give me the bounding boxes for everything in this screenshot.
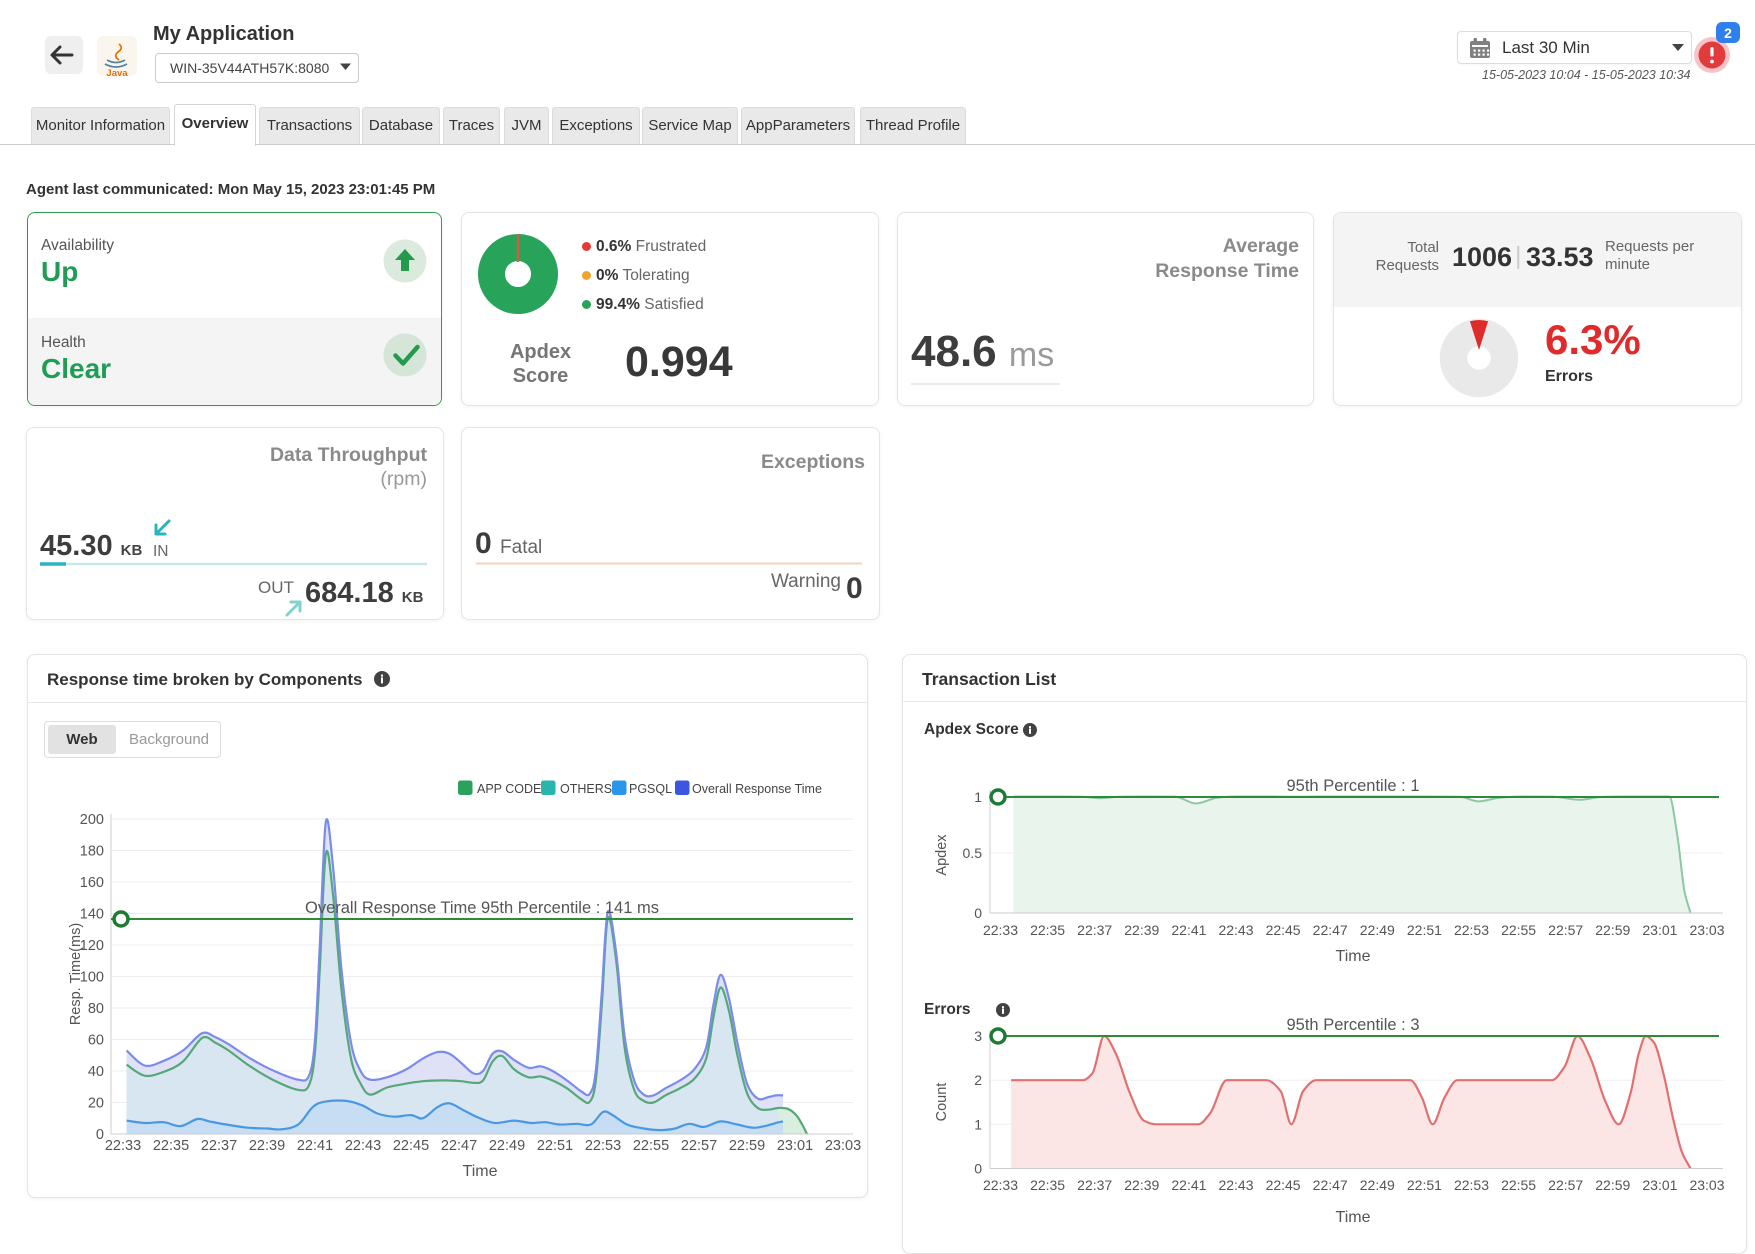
svg-text:0: 0 (974, 905, 982, 921)
svg-text:22:55: 22:55 (1501, 1177, 1536, 1193)
svg-text:22:49: 22:49 (1360, 922, 1395, 938)
svg-text:22:37: 22:37 (1077, 1177, 1112, 1193)
svg-text:2: 2 (1724, 25, 1732, 41)
svg-text:22:45: 22:45 (393, 1138, 429, 1154)
svg-text:22:33: 22:33 (105, 1138, 141, 1154)
svg-text:180: 180 (80, 844, 104, 860)
svg-text:1: 1 (974, 1116, 982, 1132)
svg-text:20: 20 (88, 1096, 104, 1112)
svg-text:Overall Response Time 95th Per: Overall Response Time 95th Percentile : … (305, 899, 659, 917)
svg-text:22:57: 22:57 (681, 1138, 717, 1154)
svg-text:22:43: 22:43 (345, 1138, 381, 1154)
svg-text:1: 1 (974, 789, 982, 805)
svg-text:22:39: 22:39 (1124, 922, 1159, 938)
svg-text:140: 140 (80, 907, 104, 923)
svg-text:22:55: 22:55 (1501, 922, 1536, 938)
svg-text:Apdex: Apdex (934, 834, 950, 876)
svg-text:Java: Java (106, 68, 128, 79)
svg-text:3: 3 (974, 1028, 982, 1044)
svg-text:22:45: 22:45 (1266, 922, 1301, 938)
svg-text:23:03: 23:03 (1689, 922, 1724, 938)
svg-text:Time: Time (1336, 1209, 1371, 1226)
svg-text:22:41: 22:41 (297, 1138, 333, 1154)
svg-text:22:53: 22:53 (1454, 922, 1489, 938)
svg-text:22:59: 22:59 (1595, 1177, 1630, 1193)
svg-text:95th Percentile : 3: 95th Percentile : 3 (1287, 1016, 1420, 1034)
svg-text:22:51: 22:51 (1407, 922, 1442, 938)
svg-text:Count: Count (934, 1083, 950, 1122)
svg-text:22:59: 22:59 (1595, 922, 1630, 938)
svg-text:23:03: 23:03 (1689, 1177, 1724, 1193)
svg-text:22:59: 22:59 (729, 1138, 765, 1154)
svg-text:22:37: 22:37 (1077, 922, 1112, 938)
svg-text:22:49: 22:49 (1360, 1177, 1395, 1193)
svg-text:22:53: 22:53 (585, 1138, 621, 1154)
svg-text:95th Percentile : 1: 95th Percentile : 1 (1287, 777, 1420, 795)
svg-text:60: 60 (88, 1033, 104, 1049)
svg-text:0: 0 (96, 1127, 104, 1143)
svg-text:22:55: 22:55 (633, 1138, 669, 1154)
svg-text:22:43: 22:43 (1218, 1177, 1253, 1193)
svg-text:22:51: 22:51 (537, 1138, 573, 1154)
svg-text:Time: Time (1336, 948, 1371, 965)
svg-text:40: 40 (88, 1064, 104, 1080)
svg-text:23:01: 23:01 (1642, 922, 1677, 938)
svg-text:22:35: 22:35 (153, 1138, 189, 1154)
svg-text:0.5: 0.5 (963, 845, 983, 861)
svg-text:22:35: 22:35 (1030, 922, 1065, 938)
svg-text:200: 200 (80, 812, 104, 828)
svg-text:2: 2 (974, 1072, 982, 1088)
svg-text:22:47: 22:47 (1313, 922, 1348, 938)
svg-text:22:57: 22:57 (1548, 922, 1583, 938)
svg-text:22:39: 22:39 (1124, 1177, 1159, 1193)
svg-text:22:33: 22:33 (983, 922, 1018, 938)
svg-text:22:35: 22:35 (1030, 1177, 1065, 1193)
svg-text:23:01: 23:01 (1642, 1177, 1677, 1193)
svg-text:22:53: 22:53 (1454, 1177, 1489, 1193)
svg-text:22:57: 22:57 (1548, 1177, 1583, 1193)
svg-text:22:49: 22:49 (489, 1138, 525, 1154)
svg-text:22:47: 22:47 (1313, 1177, 1348, 1193)
svg-text:22:39: 22:39 (249, 1138, 285, 1154)
svg-text:22:41: 22:41 (1171, 1177, 1206, 1193)
svg-text:80: 80 (88, 1001, 104, 1017)
svg-text:22:37: 22:37 (201, 1138, 237, 1154)
svg-text:Resp. Time(ms): Resp. Time(ms) (68, 923, 84, 1025)
svg-text:22:45: 22:45 (1266, 1177, 1301, 1193)
svg-text:23:01: 23:01 (777, 1138, 813, 1154)
svg-text:22:41: 22:41 (1171, 922, 1206, 938)
svg-text:Time: Time (463, 1163, 498, 1180)
svg-text:22:47: 22:47 (441, 1138, 477, 1154)
svg-text:160: 160 (80, 875, 104, 891)
svg-text:22:33: 22:33 (983, 1177, 1018, 1193)
svg-text:22:51: 22:51 (1407, 1177, 1442, 1193)
svg-text:0: 0 (974, 1161, 982, 1177)
svg-text:23:03: 23:03 (825, 1138, 861, 1154)
svg-text:22:43: 22:43 (1218, 922, 1253, 938)
